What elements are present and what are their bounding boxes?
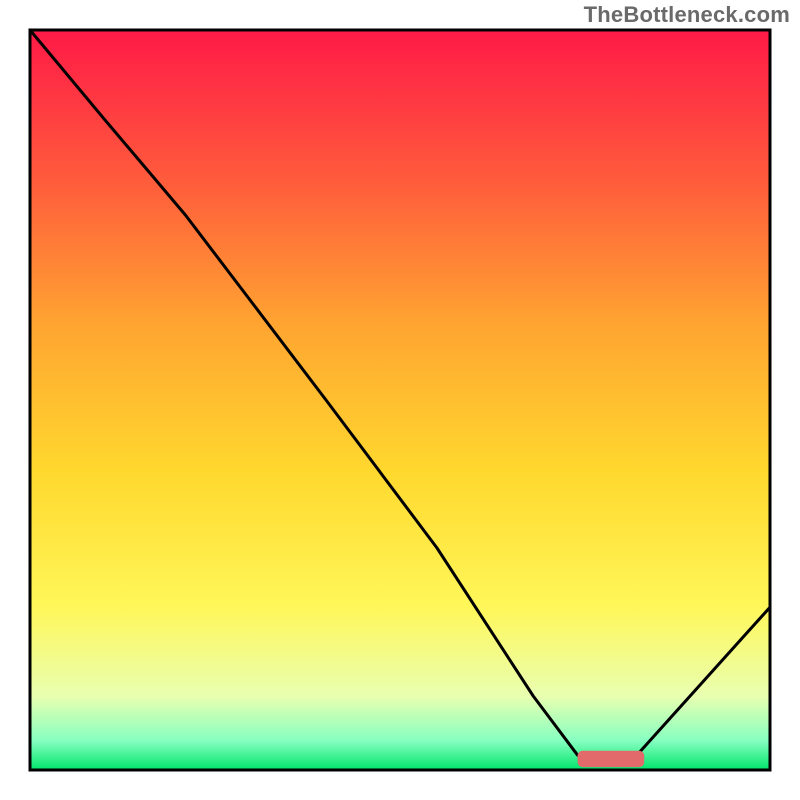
bottleneck-chart [0,0,800,800]
plot-background [30,30,770,770]
optimal-marker [578,751,645,767]
plot-area [30,30,770,770]
